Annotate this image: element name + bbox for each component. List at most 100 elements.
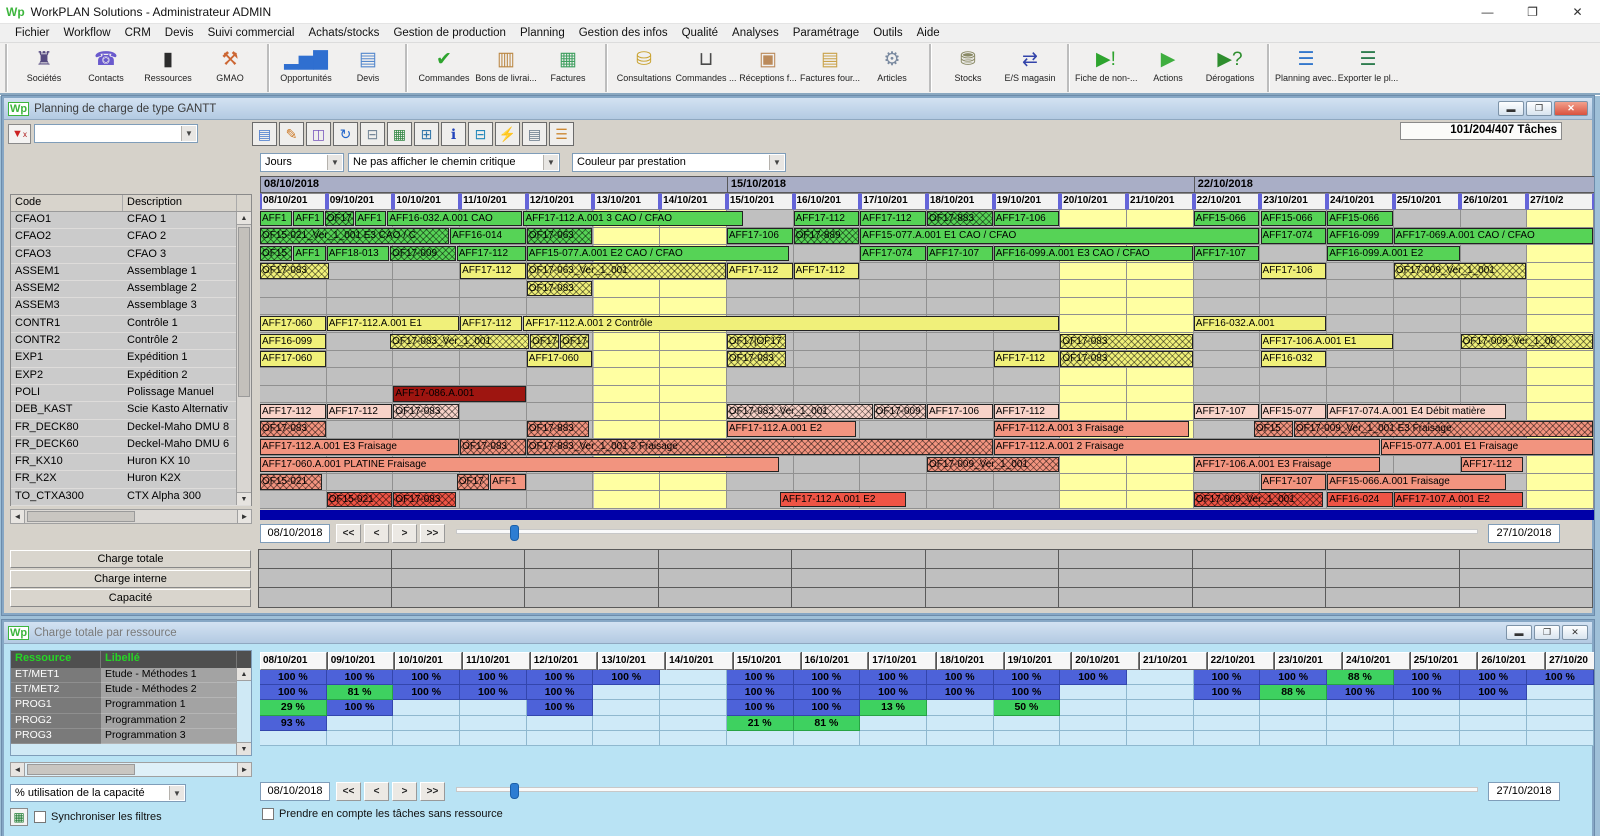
gantt-task-bar[interactable]: OF17 xyxy=(530,333,560,350)
filter-combo[interactable]: ▼ xyxy=(34,124,198,143)
toolbar-button-ressources[interactable]: ▮ Ressources xyxy=(137,44,199,92)
gantt-task-bar[interactable]: OF17 xyxy=(560,333,590,350)
gantt-task-bar[interactable]: OF17-889 xyxy=(793,228,860,244)
summary-button-charge-totale[interactable]: Charge totale xyxy=(10,550,251,568)
toolbar-button-consultations[interactable]: ⛁ Consultations xyxy=(613,44,675,92)
gantt-task-bar[interactable]: AFF17-112.A.001 E3 Fraisage xyxy=(260,439,460,455)
toolbar-button-actions[interactable]: ▶ Actions xyxy=(1137,44,1199,92)
gantt-task-bar[interactable]: AFF15-066 xyxy=(1327,210,1393,226)
gantt-task-bar[interactable]: AFF15-077.A.001 E1 Fraisage xyxy=(1380,439,1593,455)
hscroll-thumb[interactable] xyxy=(27,511,135,522)
gantt-task-bar[interactable]: AFF16-099 xyxy=(1327,228,1393,244)
gantt-last-button[interactable]: >> xyxy=(420,524,445,543)
table-row[interactable]: CFAO2 CFAO 2 xyxy=(11,229,251,247)
gantt-task-bar[interactable]: AFF16-099.A.001 E3 CAO / CFAO xyxy=(993,245,1193,262)
gantt-task-bar[interactable]: AFF17-074.A.001 E4 Débit matière xyxy=(1327,403,1507,420)
load-slider-thumb[interactable] xyxy=(510,783,519,799)
gantt-task-bar[interactable]: AFF17-112 xyxy=(860,210,926,226)
include-no-resource-checkbox[interactable] xyxy=(262,808,274,820)
gantt-task-bar[interactable]: AFF17-112 xyxy=(993,351,1060,367)
table-row[interactable]: CFAO3 CFAO 3 xyxy=(11,246,251,264)
code-column-header[interactable]: Code xyxy=(11,195,123,211)
gantt-end-date[interactable]: 27/10/2018 xyxy=(1488,524,1560,543)
menu-item[interactable]: CRM xyxy=(118,25,158,41)
color-mode-combo[interactable]: Couleur par prestation ▼ xyxy=(572,153,786,172)
refresh-button[interactable]: ↻ xyxy=(333,122,358,146)
gantt-task-bar[interactable]: AFF17-112.A.001 2 Fraisage xyxy=(993,439,1380,455)
table-row[interactable]: ET/MET2 Etude - Méthodes 2 xyxy=(11,683,251,699)
table-row[interactable]: CONTR1 Contrôle 1 xyxy=(11,315,251,334)
toolbar-button-r-ceptions-f[interactable]: ▣ Réceptions f... xyxy=(737,44,799,92)
gantt-next-button[interactable]: > xyxy=(392,524,417,543)
gantt-task-bar[interactable]: OF17-063_Ver_1_001 xyxy=(526,263,726,279)
gantt-task-bar[interactable]: OF17|OF17 xyxy=(726,333,786,350)
gantt-close-button[interactable]: ✕ xyxy=(1554,101,1588,116)
day-header-cell[interactable]: 15/10/201 xyxy=(726,193,794,210)
gantt-task-bar[interactable]: AFF17-106 xyxy=(1260,263,1327,279)
gantt-task-bar[interactable]: AFF16-032 xyxy=(1260,351,1327,367)
gantt-task-bar[interactable]: AFF17-086.A.001 xyxy=(393,386,526,402)
gantt-task-bar[interactable]: AFF17-107 xyxy=(1260,474,1327,490)
toolbar-button-factures-four[interactable]: ▤ Factures four... xyxy=(799,44,861,92)
gantt-task-bar[interactable]: AFF17-112.A.001 E2 xyxy=(780,491,906,508)
toolbar-button-soci-t-s[interactable]: ♜ Sociétés xyxy=(13,44,75,92)
gantt-task-bar[interactable]: AFF17-107 xyxy=(1193,403,1260,420)
load-day-header-cell[interactable]: 16/10/201 xyxy=(801,652,869,670)
gantt-task-bar[interactable]: AFF17-060.A.001 PLATINE Fraisage xyxy=(260,456,780,473)
gantt-task-bar[interactable]: AFF17-112 xyxy=(1460,456,1523,473)
gantt-task-bar[interactable]: AFF1 xyxy=(293,210,324,226)
table-row[interactable]: ASSEM3 Assemblage 3 xyxy=(11,298,251,316)
gantt-task-bar[interactable]: AFF15-066 xyxy=(1193,210,1260,226)
gantt-task-bar[interactable]: OF17-083 xyxy=(526,280,593,297)
gantt-task-bar[interactable]: OF17-083 xyxy=(1060,351,1193,367)
load-day-header-cell[interactable]: 26/10/201 xyxy=(1478,652,1546,670)
load-day-header-cell[interactable]: 11/10/201 xyxy=(463,652,530,670)
capacity-chart-button[interactable]: ▦ xyxy=(10,808,28,826)
gantt-task-bar[interactable]: AFF15-066.A.001 Fraisage xyxy=(1327,474,1507,490)
gantt-task-bar[interactable]: AFF17-112.A.001 3 CAO / CFAO xyxy=(523,210,743,226)
toolbar-button-bons-de-livrai[interactable]: ▥ Bons de livrai... xyxy=(475,44,537,92)
gantt-task-bar[interactable]: AFF17-112 xyxy=(993,403,1060,420)
print-button[interactable]: ⊟ xyxy=(360,122,385,146)
load-close-button[interactable]: ✕ xyxy=(1562,625,1588,640)
toolbar-button-d-rogations[interactable]: ▶? Dérogations xyxy=(1199,44,1261,92)
excel-export-button[interactable]: ▦ xyxy=(387,122,412,146)
table-row[interactable]: EXP1 Expédition 1 xyxy=(11,350,251,368)
gantt-task-bar[interactable]: AFF17-107 xyxy=(1193,245,1260,262)
resource-table-hscrollbar[interactable]: ◄ ► xyxy=(10,509,252,524)
menu-item[interactable]: Analyses xyxy=(725,25,786,41)
gantt-task-bar[interactable]: OF17-063 xyxy=(526,228,593,244)
load-day-header-cell[interactable]: 09/10/201 xyxy=(327,652,395,670)
gantt-task-bar[interactable]: AFF17-106.A.001 E3 Fraisage xyxy=(1193,456,1380,473)
capacity-mode-combo[interactable]: % utilisation de la capacité ▼ xyxy=(10,784,186,802)
gantt-task-bar[interactable]: AFF17-112 xyxy=(460,263,526,279)
gantt-task-bar[interactable]: OF17-083_Ver_1_001 xyxy=(726,403,873,420)
day-header-cell[interactable]: 17/10/201 xyxy=(860,193,927,210)
load-end-date[interactable]: 27/10/2018 xyxy=(1488,782,1560,801)
filter-button[interactable]: ▼x xyxy=(8,124,31,144)
load-day-header-cell[interactable]: 19/10/201 xyxy=(1004,652,1072,670)
app-minimize-button[interactable]: — xyxy=(1465,0,1510,24)
day-header-cell[interactable]: 21/10/201 xyxy=(1126,193,1194,210)
menu-item[interactable]: Gestion de production xyxy=(386,25,513,41)
gantt-task-bar[interactable]: AFF17-112 xyxy=(456,245,526,262)
gantt-task-bar[interactable]: AFF17-112.A.001 2 Contrôle xyxy=(523,315,1060,332)
toolbar-button-opportunit-s[interactable]: ▂▅▇ Opportunités xyxy=(275,44,337,92)
menu-item[interactable]: Paramétrage xyxy=(786,25,866,41)
menu-item[interactable]: Workflow xyxy=(57,25,118,41)
gantt-task-bar[interactable]: AFF17-112.A.001 3 Fraisage xyxy=(993,421,1190,437)
toolbar-button-gmao[interactable]: ⚒ GMAO xyxy=(199,44,261,92)
gantt-task-bar[interactable]: OF17 xyxy=(324,210,355,226)
load-table-vscrollbar[interactable]: ▲ ▼ xyxy=(236,668,251,755)
gantt-task-bar[interactable]: AFF1 xyxy=(490,474,526,490)
gantt-task-bar[interactable]: OF15-021 xyxy=(260,474,323,490)
gantt-task-bar[interactable]: AFF17-060 xyxy=(260,351,326,367)
toolbar-button-factures[interactable]: ▦ Factures xyxy=(537,44,599,92)
sync-filters-checkbox[interactable] xyxy=(34,811,46,823)
scroll-left-icon[interactable]: ◄ xyxy=(11,510,25,523)
load-day-header-cell[interactable]: 08/10/201 xyxy=(260,652,327,670)
load-first-button[interactable]: << xyxy=(336,782,361,801)
gantt-first-button[interactable]: << xyxy=(336,524,361,543)
gantt-prev-button[interactable]: < xyxy=(364,524,389,543)
gantt-task-bar[interactable]: AFF1 xyxy=(293,245,326,262)
